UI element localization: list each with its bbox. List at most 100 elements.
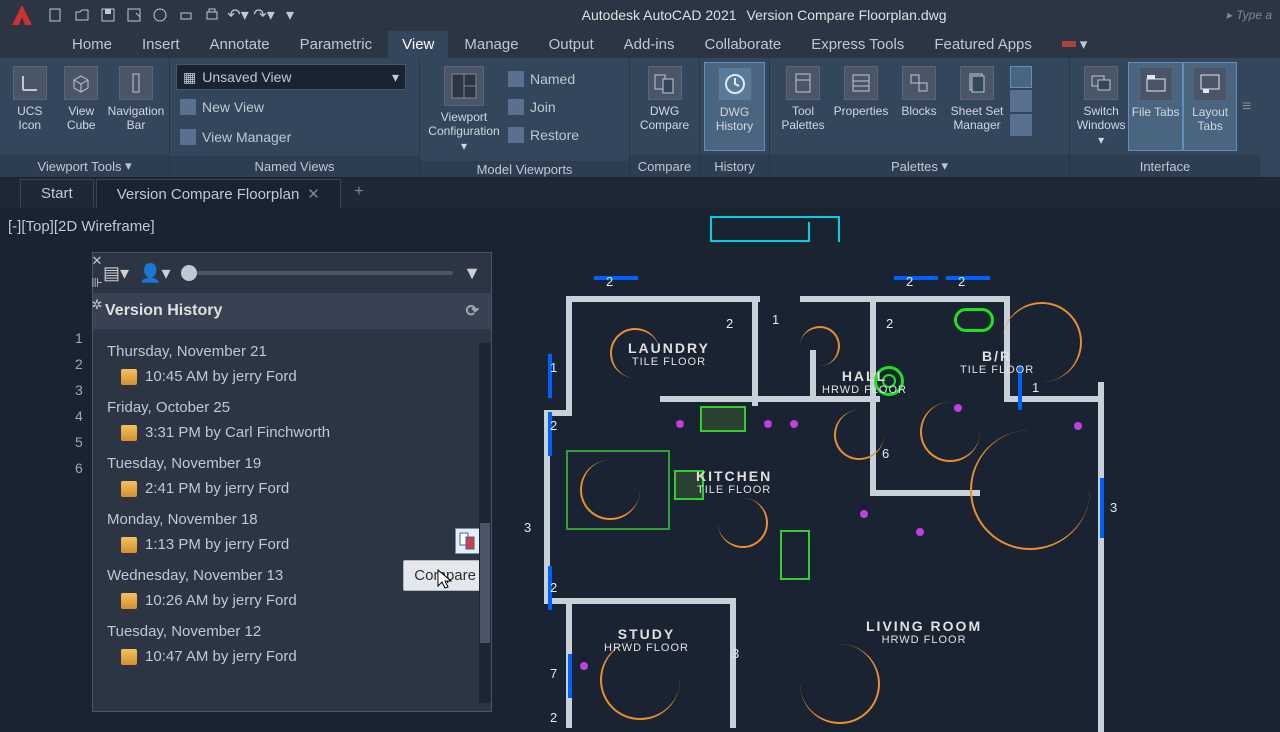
panel-title-compare: Compare (630, 155, 699, 177)
search-caret-icon: ▸ (1226, 8, 1232, 22)
qat-dropdown-icon[interactable]: ▾ (278, 3, 302, 27)
version-list[interactable]: Thursday, November 2110:45 AM by jerry F… (93, 329, 491, 689)
door-arc (920, 402, 980, 462)
dim-label: 2 (886, 316, 893, 331)
ucs-icon-button[interactable]: UCS Icon (4, 62, 56, 151)
file-tabs-button[interactable]: File Tabs (1128, 62, 1183, 151)
search-box[interactable]: ▸ Type a (1226, 8, 1272, 22)
dim-label: 2 (550, 710, 557, 725)
panel-title-palettes[interactable]: Palettes ▾ (770, 155, 1069, 177)
interface-more-icon[interactable]: ≡ (1237, 62, 1256, 151)
dim-label: 1 (550, 360, 557, 375)
new-view-button[interactable]: New View (176, 94, 413, 120)
view-manager-button[interactable]: View Manager (176, 124, 413, 150)
blue-wall (594, 276, 638, 280)
drawing-canvas[interactable]: LAUNDRYTILE FLOOR HALLHRWD FLOOR B/RTILE… (500, 210, 1280, 720)
palette-small-1[interactable] (1010, 66, 1032, 88)
add-tab-icon[interactable]: + (349, 183, 369, 203)
version-entry[interactable]: 1:13 PM by jerry FordCompare (93, 530, 491, 559)
join-viewport-button[interactable]: Join (504, 94, 583, 120)
filter-icon[interactable]: ▼ (463, 263, 481, 284)
layout-tabs-button[interactable]: Layout Tabs (1183, 62, 1238, 151)
palette-small-3[interactable] (1010, 114, 1032, 136)
sheet-set-button[interactable]: Sheet Set Manager (948, 62, 1006, 151)
tab-insert[interactable]: Insert (128, 31, 194, 58)
tab-output[interactable]: Output (535, 31, 608, 58)
refresh-icon[interactable]: ⟳ (466, 301, 479, 321)
green-fixture (780, 530, 810, 580)
dwg-file-icon (121, 425, 137, 441)
dwg-compare-button[interactable]: DWG Compare (634, 62, 695, 151)
tab-collaborate[interactable]: Collaborate (690, 31, 795, 58)
view-cube-button[interactable]: View Cube (56, 62, 108, 151)
tab-addins[interactable]: Add-ins (610, 31, 689, 58)
version-entry[interactable]: 10:45 AM by jerry Ford (93, 362, 491, 391)
panel-title-viewport[interactable]: Viewport Tools ▾ (0, 155, 169, 177)
tab-manage[interactable]: Manage (450, 31, 532, 58)
named-viewport-button[interactable]: Named (504, 66, 583, 92)
palette-small-2[interactable] (1010, 90, 1032, 112)
panel-pin-icon[interactable]: ⊪ (89, 275, 105, 291)
version-entry-text: 10:45 AM by jerry Ford (145, 368, 297, 385)
list-view-icon[interactable]: ▤▾ (103, 263, 129, 284)
print-icon[interactable] (200, 3, 224, 27)
dwg-file-icon (121, 369, 137, 385)
version-entry[interactable]: 2:41 PM by jerry Ford (93, 474, 491, 503)
file-tabs-bar: Start Version Compare Floorplan✕ + (0, 178, 1280, 208)
view-manager-icon (180, 129, 196, 145)
save-icon[interactable] (96, 3, 120, 27)
wall (566, 296, 572, 416)
new-icon[interactable] (44, 3, 68, 27)
tab-view[interactable]: View (388, 31, 448, 58)
restore-viewport-button[interactable]: Restore (504, 122, 583, 148)
version-entry[interactable]: 3:31 PM by Carl Finchworth (93, 418, 491, 447)
saveas-icon[interactable] (122, 3, 146, 27)
view-dropdown[interactable]: ▦Unsaved View▾ (176, 64, 406, 90)
blue-wall (568, 654, 572, 698)
current-file-tab[interactable]: Version Compare Floorplan✕ (96, 179, 341, 208)
version-entry-text: 3:31 PM by Carl Finchworth (145, 424, 330, 441)
compare-button[interactable] (455, 528, 481, 554)
version-entry[interactable]: 10:26 AM by jerry Ford (93, 586, 491, 615)
undo-icon[interactable]: ↶▾ (226, 3, 250, 27)
timeline-slider[interactable] (181, 271, 454, 275)
blocks-button[interactable]: Blocks (890, 62, 948, 151)
panel-model-viewports: Viewport Configuration ▾ Named Join Rest… (420, 58, 630, 177)
close-icon[interactable]: ✕ (307, 186, 320, 203)
wall (870, 490, 980, 496)
web-icon[interactable] (148, 3, 172, 27)
chevron-down-icon: ▾ (392, 69, 399, 86)
viewport-config-button[interactable]: Viewport Configuration ▾ (424, 62, 504, 157)
panel-close-icon[interactable]: ✕ (89, 253, 105, 269)
panel-gear-icon[interactable]: ✲ (89, 297, 105, 313)
switch-windows-button[interactable]: Switch Windows ▾ (1074, 62, 1128, 151)
viewport-label[interactable]: [-][Top][2D Wireframe] (8, 218, 155, 235)
tab-home[interactable]: Home (58, 31, 126, 58)
tab-featured[interactable]: Featured Apps (920, 31, 1046, 58)
tab-annotate[interactable]: Annotate (196, 31, 284, 58)
cyan-wall (808, 222, 810, 242)
navigation-bar-button[interactable]: Navigation Bar (107, 62, 165, 151)
app-logo[interactable] (8, 1, 36, 29)
quick-access-toolbar: ↶▾ ↷▾ ▾ (44, 3, 302, 27)
user-filter-icon[interactable]: 👤▾ (139, 263, 170, 284)
scrollbar[interactable] (479, 343, 491, 703)
scrollbar-thumb[interactable] (480, 523, 490, 643)
redo-icon[interactable]: ↷▾ (252, 3, 276, 27)
plot-icon[interactable] (174, 3, 198, 27)
version-entry[interactable]: 10:47 AM by jerry Ford (93, 642, 491, 671)
toilet-icon (954, 308, 994, 332)
version-entry-text: 10:26 AM by jerry Ford (145, 592, 297, 609)
start-tab[interactable]: Start (20, 179, 94, 207)
dwg-history-button[interactable]: DWG History (704, 62, 765, 151)
properties-button[interactable]: Properties (832, 62, 890, 151)
tab-parametric[interactable]: Parametric (286, 31, 387, 58)
named-icon (508, 71, 524, 87)
open-icon[interactable] (70, 3, 94, 27)
tool-palettes-button[interactable]: Tool Palettes (774, 62, 832, 151)
tab-express[interactable]: Express Tools (797, 31, 918, 58)
slider-thumb[interactable] (181, 265, 197, 281)
new-view-icon (180, 99, 196, 115)
title-text: Autodesk AutoCAD 2021 Version Compare Fl… (302, 7, 1226, 23)
tab-extra[interactable]: ▾ (1048, 30, 1102, 58)
